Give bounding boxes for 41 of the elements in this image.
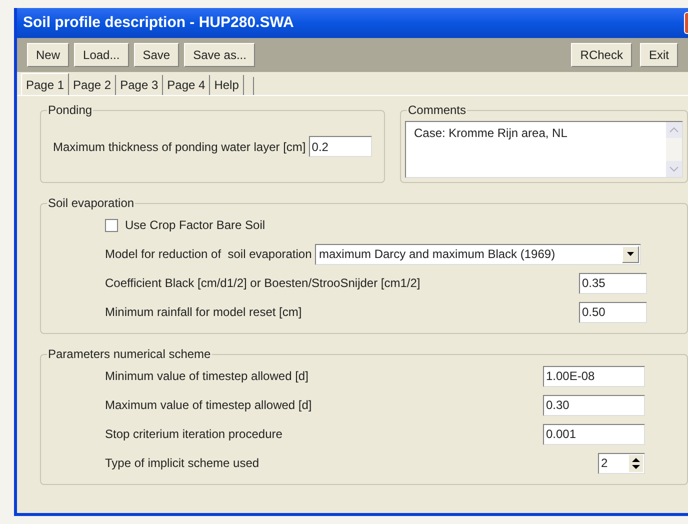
toolbar-button[interactable]: Save (134, 43, 180, 67)
tab[interactable]: Page 4 (163, 75, 210, 95)
toolbar-button[interactable]: New (27, 43, 70, 67)
checkbox-label: Use Crop Factor Bare Soil (125, 217, 266, 234)
dropdown-value: maximum Darcy and maximum Black (1969) (318, 246, 556, 263)
tab[interactable]: Page 1 (21, 73, 70, 95)
window-title: Soil profile description - HUP280.SWA (23, 12, 294, 33)
tab[interactable]: Page 2 (69, 75, 116, 95)
tab[interactable]: Page 3 (116, 75, 164, 95)
tab[interactable]: Help (210, 75, 244, 95)
input-field[interactable]: 0.35 (579, 272, 647, 294)
checkbox[interactable] (105, 218, 118, 232)
group-title: Parameters numerical scheme (47, 347, 212, 361)
spin-arrows-icon[interactable] (629, 454, 643, 472)
field-label: Coefficient Black [cm/d1/2] or Boesten/StrooSnijder [cm1/2] (105, 275, 420, 292)
caret-icon (627, 252, 634, 256)
comments-field[interactable]: Case: Kromme Rijn area, NL (405, 121, 683, 178)
field-label: Minimum value of timestep allowed [d] (105, 368, 308, 385)
group-title: Soil evaporation (47, 196, 136, 210)
spinner-value: 2 (600, 455, 609, 472)
spinner-field[interactable]: 2 (598, 452, 645, 474)
field-label: Stop criterium iteration procedure (105, 426, 282, 443)
toolbar-button[interactable]: Save as... (184, 43, 256, 67)
input-field[interactable]: 1.00E-08 (543, 366, 645, 386)
field-label: Minimum rainfall for model reset [cm] (105, 304, 302, 321)
input-field[interactable]: 0.30 (543, 394, 645, 416)
input-field[interactable]: 0.2 (308, 136, 372, 157)
toolbar-button[interactable]: Exit (640, 43, 678, 67)
dropdown[interactable]: maximum Darcy and maximum Black (1969) (315, 244, 641, 264)
field-label: Type of implicit scheme used (105, 455, 260, 472)
field-label: Maximum value of timestep allowed [d] (105, 397, 312, 414)
field-label: Maximum thickness of ponding water layer [cm] (53, 138, 306, 156)
toolbar-button[interactable]: RCheck (571, 43, 632, 67)
group-title: Comments (407, 103, 468, 117)
dropdown-button[interactable] (622, 246, 639, 262)
comments-text: Case: Kromme Rijn area, NL (413, 125, 568, 142)
input-field[interactable]: 0.001 (543, 424, 645, 444)
toolbar-button[interactable]: Load... (74, 43, 129, 67)
group-title: Ponding (47, 103, 94, 117)
field-label: Model for reduction of soil evaporation (105, 246, 313, 263)
input-field[interactable]: 0.50 (579, 302, 647, 322)
